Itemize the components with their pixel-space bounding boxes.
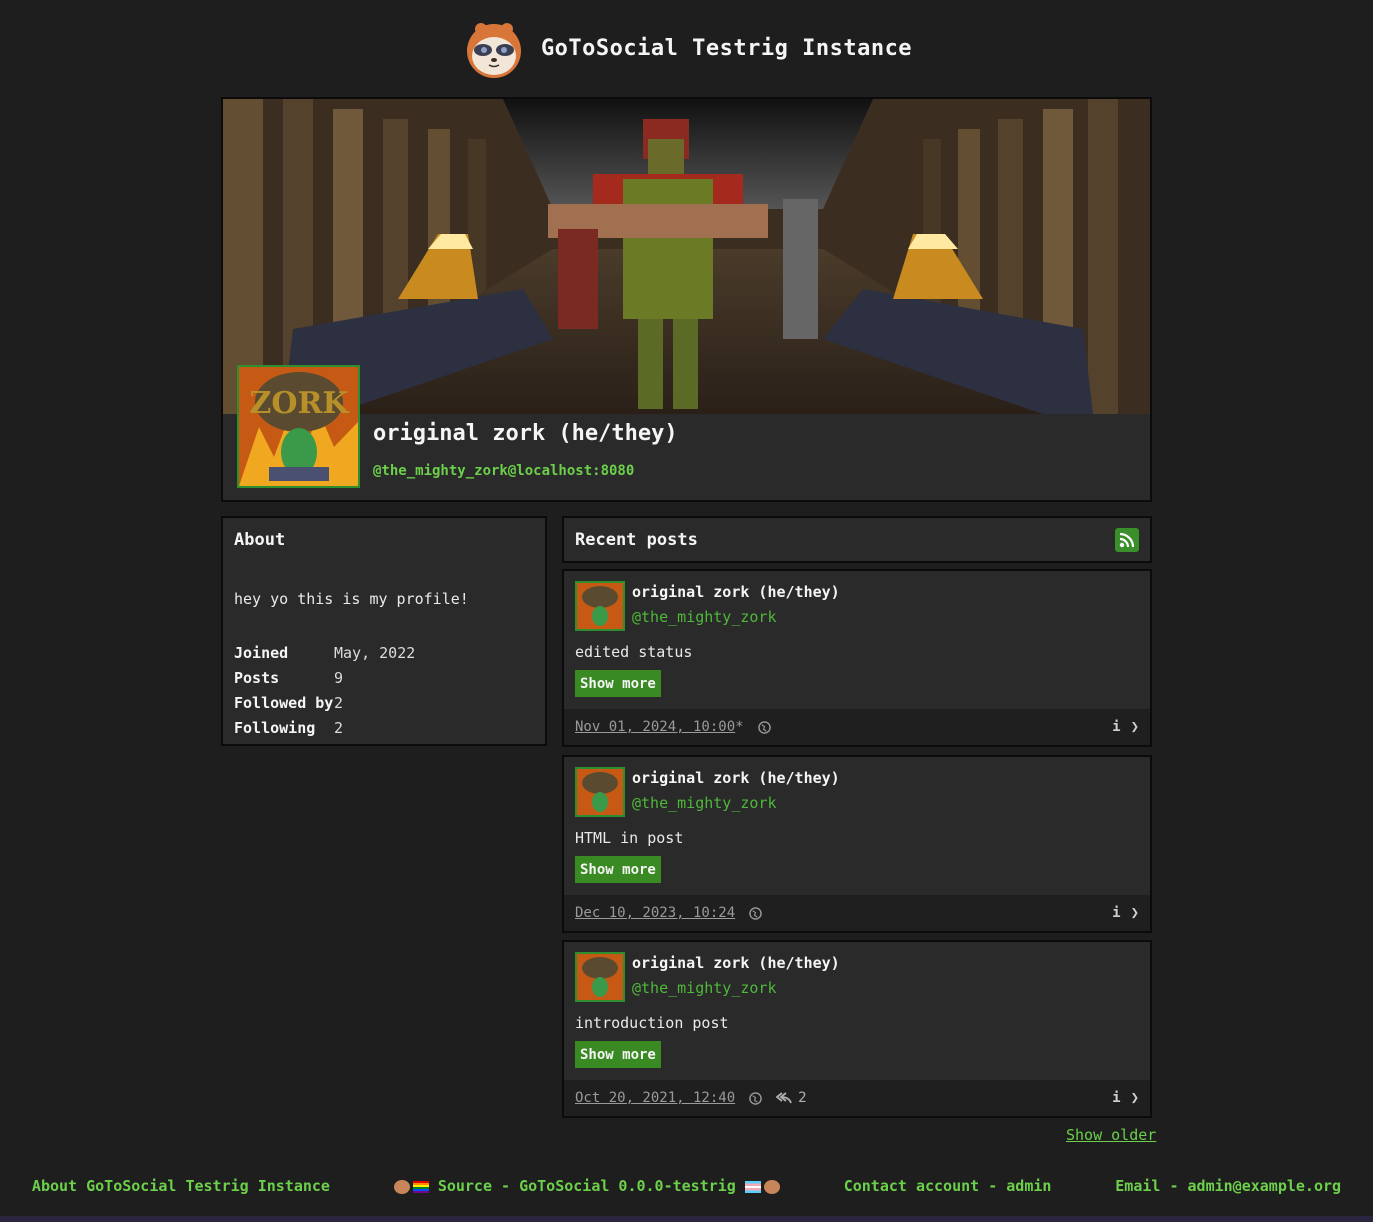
post-date-link[interactable]: Dec 10, 2023, 10:24 (575, 905, 735, 921)
post-author-name[interactable]: original zork (he/they) (632, 769, 840, 787)
globe-icon (749, 1091, 762, 1105)
site-footer: About GoToSocial Testrig Instance Source… (0, 1168, 1373, 1204)
profile-bio: hey yo this is my profile! (234, 590, 469, 608)
stat-value: May, 2022 (334, 643, 416, 662)
site-header: GoToSocial Testrig Instance (0, 0, 1373, 97)
stat-posts: Posts 9 (234, 665, 415, 690)
sloth-rainbow-icon (393, 1179, 429, 1194)
info-icon[interactable]: i (1112, 1090, 1120, 1106)
stat-value: 2 (334, 693, 344, 712)
footer-about-link[interactable]: About GoToSocial Testrig Instance (32, 1177, 330, 1195)
chevron-right-icon[interactable]: ❯ (1131, 905, 1139, 921)
post-author-avatar[interactable] (575, 581, 625, 631)
bottom-strip (0, 1216, 1373, 1222)
show-more-button[interactable]: Show more (575, 856, 661, 883)
rss-feed-icon[interactable] (1115, 527, 1139, 552)
edited-marker: * (735, 719, 744, 735)
info-icon[interactable]: i (1112, 905, 1120, 921)
info-icon[interactable]: i (1112, 719, 1120, 735)
about-heading: About (234, 530, 286, 550)
post-author-name[interactable]: original zork (he/they) (632, 583, 840, 601)
stat-label: Following (234, 718, 316, 737)
post-card: original zork (he/they) @the_mighty_zork… (562, 755, 1152, 933)
post-content: edited status (575, 643, 693, 661)
profile-handle: @the_mighty_zork@localhost:8080 (373, 463, 635, 479)
chevron-right-icon[interactable]: ❯ (1131, 1090, 1139, 1106)
stat-label: Posts (234, 668, 280, 687)
profile-display-name: original zork (he/they) (373, 421, 678, 446)
stat-value: 2 (334, 718, 344, 737)
globe-icon (757, 720, 771, 734)
profile-card: ZORK original zork (he/they) @the_mighty… (221, 97, 1152, 502)
post-actions: i ❯ (1112, 905, 1139, 921)
stat-followed-by: Followed by 2 (234, 690, 415, 715)
profile-avatar[interactable]: ZORK (237, 365, 360, 488)
post-footer: Nov 01, 2024, 10:00 * i ❯ (564, 709, 1150, 745)
post-date-link[interactable]: Nov 01, 2024, 10:00 (575, 719, 735, 735)
stat-label: Followed by (234, 693, 334, 712)
profile-stats: Joined May, 2022 Posts 9 Followed by 2 F… (234, 640, 415, 740)
footer-contact-link[interactable]: Contact account - admin (844, 1177, 1052, 1195)
post-author-avatar[interactable] (575, 952, 625, 1002)
post-author-name[interactable]: original zork (he/they) (632, 954, 840, 972)
stat-label: Joined (234, 643, 289, 662)
svg-text:ZORK: ZORK (249, 386, 349, 421)
show-more-button[interactable]: Show more (575, 1041, 661, 1068)
about-panel: About hey yo this is my profile! Joined … (221, 516, 547, 746)
post-card: original zork (he/they) @the_mighty_zork… (562, 569, 1152, 747)
show-more-button[interactable]: Show more (575, 670, 661, 697)
post-author-handle[interactable]: @the_mighty_zork (632, 794, 777, 812)
footer-source: Source - GoToSocial 0.0.0-testrig (393, 1177, 780, 1195)
stat-value: 9 (334, 668, 344, 687)
profile-banner-image (223, 99, 1150, 414)
post-actions: i ❯ (1112, 719, 1139, 735)
stat-following: Following 2 (234, 715, 415, 740)
post-date-link[interactable]: Oct 20, 2021, 12:40 (575, 1090, 735, 1106)
reply-count-value: 2 (798, 1090, 807, 1106)
reply-count: 2 (776, 1090, 807, 1106)
post-actions: i ❯ (1112, 1090, 1139, 1106)
footer-source-link[interactable]: Source - GoToSocial 0.0.0-testrig (438, 1177, 736, 1195)
post-content: introduction post (575, 1014, 729, 1032)
post-author-handle[interactable]: @the_mighty_zork (632, 608, 777, 626)
reply-all-icon (776, 1092, 793, 1104)
post-content: HTML in post (575, 829, 684, 847)
post-author-avatar[interactable] (575, 767, 625, 817)
chevron-right-icon[interactable]: ❯ (1131, 719, 1139, 735)
post-author-handle[interactable]: @the_mighty_zork (632, 979, 777, 997)
post-card: original zork (he/they) @the_mighty_zork… (562, 940, 1152, 1118)
post-footer: Dec 10, 2023, 10:24 i ❯ (564, 895, 1150, 931)
post-footer: Oct 20, 2021, 12:40 2 i ❯ (564, 1080, 1150, 1116)
recent-posts-header: Recent posts (562, 516, 1152, 563)
globe-icon (749, 906, 762, 920)
site-title[interactable]: GoToSocial Testrig Instance (541, 36, 912, 61)
recent-posts-heading: Recent posts (575, 529, 698, 550)
sloth-trans-flag-icon (744, 1179, 780, 1194)
footer-email-link[interactable]: Email - admin@example.org (1115, 1177, 1341, 1195)
stat-joined: Joined May, 2022 (234, 640, 415, 665)
sloth-logo-icon[interactable] (461, 19, 527, 79)
show-older-link[interactable]: Show older (1066, 1126, 1156, 1144)
